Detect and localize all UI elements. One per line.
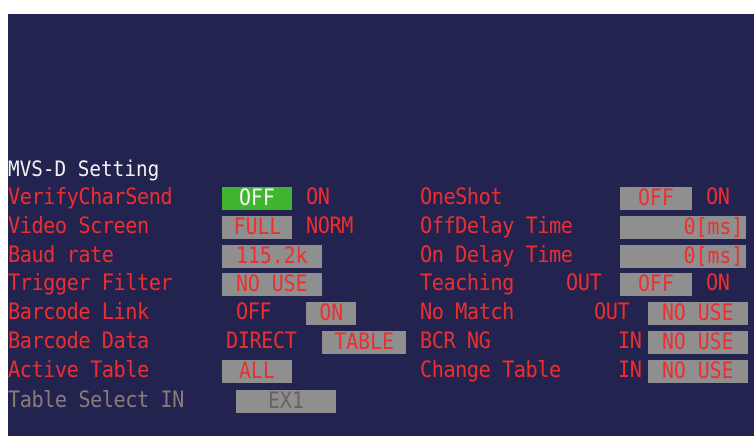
bcr-ng-value[interactable]: NO USE (648, 331, 748, 354)
video-screen-label: Video Screen (8, 214, 149, 239)
page-title: MVS-D Setting (8, 157, 160, 181)
teaching-off-option[interactable]: OFF (620, 273, 692, 296)
barcode-link-label: Barcode Link (8, 300, 149, 325)
on-delay-time-label: On Delay Time (420, 243, 573, 268)
change-table-value[interactable]: NO USE (648, 360, 748, 383)
change-table-io: IN (618, 358, 642, 383)
verify-char-send-off-option[interactable]: OFF (222, 187, 292, 210)
barcode-data-table-option[interactable]: TABLE (322, 331, 406, 354)
barcode-link-on-option[interactable]: ON (306, 302, 356, 325)
verify-char-send-on-option[interactable]: ON (306, 187, 330, 209)
bcr-ng-io: IN (618, 329, 642, 354)
one-shot-off-option[interactable]: OFF (620, 187, 692, 210)
table-select-in-value: EX1 (236, 390, 336, 413)
bcr-ng-label: BCR NG (420, 329, 491, 354)
table-select-in-label: Table Select IN (8, 388, 184, 413)
baud-rate-value[interactable]: 115.2k (222, 245, 322, 268)
trigger-filter-label: Trigger Filter (8, 271, 173, 296)
trigger-filter-value[interactable]: NO USE (222, 273, 322, 296)
barcode-link-off-option[interactable]: OFF (236, 302, 272, 324)
active-table-label: Active Table (8, 358, 149, 383)
barcode-data-direct-option[interactable]: DIRECT (226, 331, 297, 353)
no-match-value[interactable]: NO USE (648, 302, 748, 325)
no-match-io: OUT (594, 300, 630, 325)
on-delay-time-value[interactable]: 0[ms] (620, 245, 746, 268)
active-table-value[interactable]: ALL (222, 360, 292, 383)
video-screen-norm-option[interactable]: NORM (306, 216, 353, 238)
baud-rate-label: Baud rate (8, 243, 114, 268)
verify-char-send-label: VerifyCharSend (8, 185, 173, 210)
video-screen-full-option[interactable]: FULL (222, 216, 292, 239)
settings-screen: MVS-D Setting VerifyCharSend OFF ON Vide… (8, 14, 754, 436)
teaching-io: OUT (566, 271, 602, 296)
one-shot-label: OneShot (420, 185, 503, 210)
teaching-label: Teaching (420, 271, 514, 296)
off-delay-time-label: OffDelay Time (420, 214, 573, 239)
off-delay-time-value[interactable]: 0[ms] (620, 216, 746, 239)
teaching-on-option[interactable]: ON (706, 273, 730, 295)
one-shot-on-option[interactable]: ON (706, 187, 730, 209)
no-match-label: No Match (420, 300, 514, 325)
barcode-data-label: Barcode Data (8, 329, 149, 354)
change-table-label: Change Table (420, 358, 561, 383)
